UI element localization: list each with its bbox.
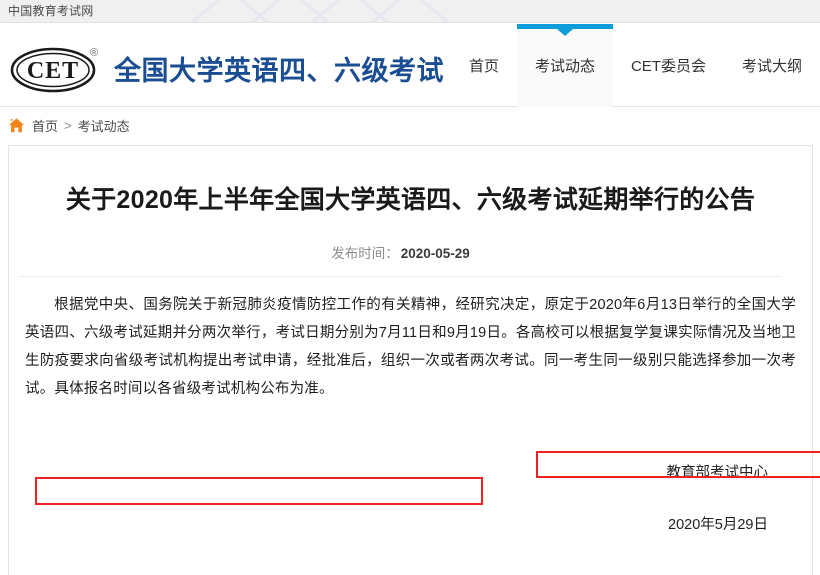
brand-title: 全国大学英语四、六级考试 (114, 49, 444, 88)
publish-time-label: 发布时间： (331, 246, 399, 261)
nav-item-label: 考试动态 (535, 55, 595, 76)
article-signature: 教育部考试中心 (9, 459, 768, 487)
header-watermark-pattern (190, 0, 450, 23)
nav-item-label: CET委员会 (631, 55, 706, 76)
publish-date-value: 2020-05-29 (401, 246, 470, 261)
nav-item-label: 考试大纲 (742, 55, 802, 76)
article-signature-date: 2020年5月29日 (9, 511, 768, 539)
cet-logo-icon: CET ® (10, 42, 106, 94)
svg-text:®: ® (90, 47, 98, 59)
nav-item-exam-syllabus[interactable]: 考试大纲 (724, 24, 820, 107)
main-navigation: 首页 考试动态 CET委员会 考试大纲 (451, 24, 820, 107)
publish-meta: 发布时间：2020-05-29 (19, 242, 782, 277)
breadcrumb-current: 考试动态 (78, 116, 130, 135)
site-name-label: 中国教育考试网 (8, 3, 93, 20)
nav-item-cet-committee[interactable]: CET委员会 (613, 24, 724, 107)
breadcrumb: 首页 > 考试动态 (8, 116, 130, 135)
home-icon (8, 117, 25, 134)
nav-item-label: 首页 (469, 55, 499, 76)
article-paragraph-text: 根据党中央、国务院关于新冠肺炎疫情防控工作的有关精神，经研究决定，原定于2020… (25, 297, 796, 397)
article-card: 关于2020年上半年全国大学英语四、六级考试延期举行的公告 发布时间：2020-… (8, 145, 813, 575)
active-tab-arrow-icon (557, 29, 573, 36)
top-utility-bar: 中国教育考试网 (0, 0, 820, 23)
page-title: 关于2020年上半年全国大学英语四、六级考试延期举行的公告 (39, 182, 782, 218)
brand-logo-block[interactable]: CET ® 全国大学英语四、六级考试 (10, 42, 444, 94)
site-header: CET ® 全国大学英语四、六级考试 首页 考试动态 CET委员会 考试大纲 (0, 24, 820, 107)
breadcrumb-separator: > (64, 118, 72, 133)
svg-text:CET: CET (27, 58, 79, 84)
article-body: 根据党中央、国务院关于新冠肺炎疫情防控工作的有关精神，经研究决定，原定于2020… (25, 291, 796, 403)
nav-item-exam-news[interactable]: 考试动态 (517, 24, 613, 107)
breadcrumb-home-link[interactable]: 首页 (32, 116, 58, 135)
nav-item-home[interactable]: 首页 (451, 24, 517, 107)
